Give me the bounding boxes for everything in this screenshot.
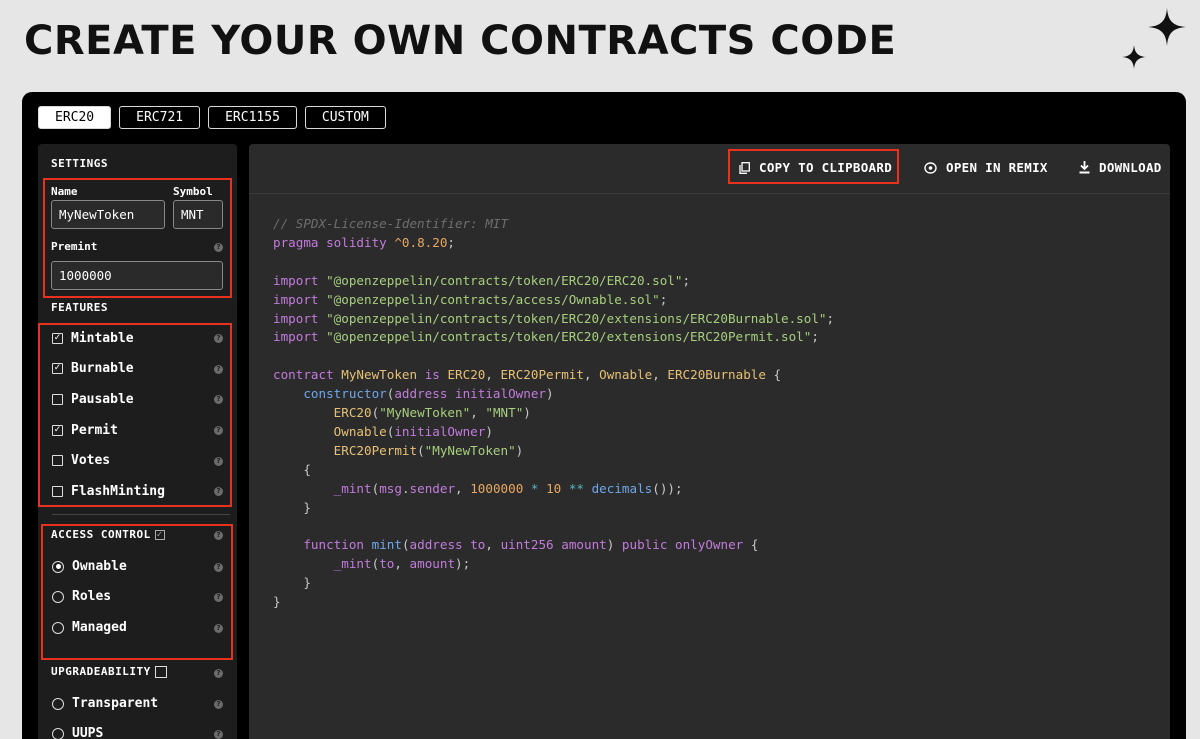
radio[interactable] — [52, 590, 64, 603]
page-title: CREATE YOUR OWN CONTRACTS CODE — [24, 18, 897, 64]
remix-icon — [924, 161, 937, 174]
name-label: Name — [51, 185, 78, 198]
license-comment: // SPDX-License-Identifier: MIT — [273, 216, 509, 231]
access-ownable[interactable]: Ownable — [52, 559, 127, 574]
radio-selected[interactable] — [52, 560, 64, 573]
feature-permit[interactable]: ✓ Permit — [52, 423, 118, 438]
code-token: ^0.8.20 — [394, 234, 448, 250]
access-control-title: ACCESS CONTROL ✓ — [51, 528, 165, 541]
tab-erc721[interactable]: ERC721 — [119, 106, 201, 129]
upgrade-label: UUPS — [72, 726, 104, 739]
feature-mintable[interactable]: ✓ Mintable — [52, 331, 134, 346]
upgradeability-toggle[interactable] — [154, 666, 167, 678]
checkbox-checked[interactable]: ✓ — [52, 363, 63, 374]
open-in-remix-button[interactable]: OPEN IN REMIX — [924, 160, 1048, 175]
copy-label: COPY TO CLIPBOARD — [759, 160, 893, 175]
access-label: Ownable — [72, 559, 127, 574]
upgrade-transparent[interactable]: Transparent — [52, 696, 158, 711]
help-icon[interactable]: ? — [214, 669, 223, 678]
feature-label: Votes — [71, 453, 111, 468]
settings-title: SETTINGS — [51, 157, 108, 170]
download-button[interactable]: DOWNLOAD — [1079, 160, 1162, 175]
help-icon[interactable]: ? — [214, 700, 223, 709]
feature-votes[interactable]: Votes — [52, 453, 110, 468]
help-icon[interactable]: ? — [214, 365, 223, 374]
import-path: "@openzeppelin/contracts/token/ERC20/ext… — [326, 329, 812, 345]
feature-label: Burnable — [71, 361, 134, 376]
features-title: FEATURES — [51, 301, 108, 314]
help-icon[interactable]: ? — [214, 624, 223, 633]
sparkle-icon — [1148, 8, 1186, 46]
help-icon[interactable]: ? — [214, 426, 223, 435]
help-icon[interactable]: ? — [214, 334, 223, 343]
feature-burnable[interactable]: ✓ Burnable — [52, 361, 134, 376]
generator-panel: ERC20 ERC721 ERC1155 CUSTOM SETTINGS Nam… — [22, 92, 1186, 739]
download-icon — [1079, 161, 1090, 174]
upgrade-label: Transparent — [72, 696, 159, 711]
contract-type-tabs: ERC20 ERC721 ERC1155 CUSTOM — [38, 106, 386, 129]
code-token: pragma solidity — [273, 234, 387, 250]
copy-to-clipboard-button[interactable]: COPY TO CLIPBOARD — [739, 160, 892, 175]
feature-label: Mintable — [71, 331, 134, 346]
sparkle-icon — [1122, 45, 1146, 69]
tab-custom[interactable]: CUSTOM — [304, 106, 386, 129]
access-managed[interactable]: Managed — [52, 620, 127, 635]
copy-icon — [739, 161, 750, 174]
name-input[interactable]: MyNewToken — [51, 200, 165, 229]
radio[interactable] — [52, 621, 64, 634]
download-label: DOWNLOAD — [1099, 160, 1162, 175]
radio[interactable] — [52, 697, 64, 710]
help-icon[interactable]: ? — [214, 730, 223, 739]
help-icon[interactable]: ? — [214, 243, 223, 252]
help-icon[interactable]: ? — [214, 531, 223, 540]
checkbox-checked[interactable]: ✓ — [52, 333, 63, 344]
help-icon[interactable]: ? — [214, 487, 223, 496]
code-editor: COPY TO CLIPBOARD OPEN IN REMIX DOWNLOAD… — [249, 144, 1170, 739]
feature-label: FlashMinting — [71, 484, 165, 499]
import-path: "@openzeppelin/contracts/access/Ownable.… — [326, 291, 660, 307]
tab-erc1155[interactable]: ERC1155 — [208, 106, 297, 129]
help-icon[interactable]: ? — [214, 563, 223, 572]
checkbox[interactable] — [52, 455, 63, 466]
contract-code[interactable]: // SPDX-License-Identifier: MIT pragma s… — [273, 215, 834, 612]
checkbox[interactable] — [52, 486, 63, 497]
upgrade-uups[interactable]: UUPS — [52, 726, 103, 739]
import-path: "@openzeppelin/contracts/token/ERC20/ERC… — [326, 272, 683, 288]
symbol-label: Symbol — [173, 185, 213, 198]
remix-label: OPEN IN REMIX — [946, 160, 1048, 175]
access-control-toggle[interactable]: ✓ — [154, 530, 165, 540]
contract-name: MyNewToken — [341, 367, 418, 383]
divider — [52, 514, 230, 515]
tab-erc20[interactable]: ERC20 — [38, 106, 112, 129]
premint-input[interactable]: 1000000 — [51, 261, 223, 290]
feature-flashminting[interactable]: FlashMinting — [52, 484, 165, 499]
symbol-input[interactable]: MNT — [173, 200, 223, 229]
editor-toolbar: COPY TO CLIPBOARD OPEN IN REMIX DOWNLOAD — [249, 144, 1170, 194]
import-path: "@openzeppelin/contracts/token/ERC20/ext… — [326, 310, 827, 326]
feature-label: Pausable — [71, 392, 134, 407]
checkbox-checked[interactable]: ✓ — [52, 425, 63, 436]
help-icon[interactable]: ? — [214, 457, 223, 466]
feature-label: Permit — [71, 423, 118, 438]
access-label: Roles — [72, 589, 112, 604]
settings-sidebar: SETTINGS Name Symbol MyNewToken MNT Prem… — [38, 144, 237, 739]
help-icon[interactable]: ? — [214, 395, 223, 404]
access-roles[interactable]: Roles — [52, 589, 111, 604]
premint-label: Premint — [51, 240, 98, 253]
radio[interactable] — [52, 727, 64, 739]
upgradeability-title: UPGRADEABILITY — [51, 665, 167, 678]
feature-pausable[interactable]: Pausable — [52, 392, 134, 407]
help-icon[interactable]: ? — [214, 593, 223, 602]
access-label: Managed — [72, 620, 127, 635]
checkbox[interactable] — [52, 394, 63, 405]
